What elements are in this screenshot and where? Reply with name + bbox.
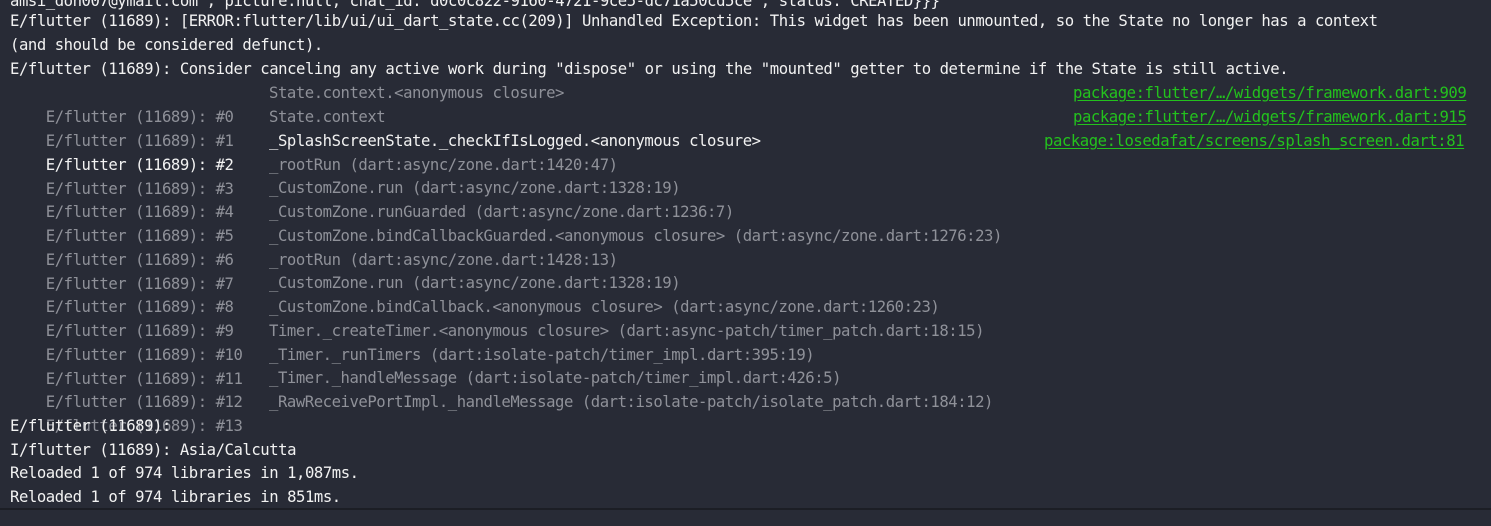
- stack-frame: E/flutter (11689): #3 _rootRun (dart:asy…: [10, 153, 618, 198]
- stack-frame-function: _SplashScreenState._checkIfIsLogged.<ano…: [269, 132, 761, 150]
- stack-frame: E/flutter (11689): #8 _CustomZone.run (d…: [10, 271, 681, 316]
- stack-frame-function: _CustomZone.bindCallbackGuarded.<anonymo…: [269, 227, 1002, 245]
- stack-frame: E/flutter (11689): #12 _Timer._handleMes…: [10, 366, 842, 411]
- stack-frame: E/flutter (11689): #7 _rootRun (dart:asy…: [10, 248, 618, 293]
- log-line-info: I/flutter (11689): Asia/Calcutta: [10, 441, 297, 459]
- source-link[interactable]: package:losedafat/screens/splash_screen.…: [1044, 129, 1465, 153]
- stack-frame-function: _RawReceivePortImpl._handleMessage (dart…: [269, 393, 993, 411]
- stack-frame-function: Timer._createTimer.<anonymous closure> (…: [269, 322, 985, 340]
- stack-frame-function: _CustomZone.bindCallback.<anonymous clos…: [269, 298, 940, 316]
- stack-frame: E/flutter (11689): #13 _RawReceivePortIm…: [10, 390, 994, 435]
- source-link[interactable]: package:flutter/…/widgets/framework.dart…: [1073, 105, 1467, 129]
- stack-frame-function: _CustomZone.runGuarded (dart:async/zone.…: [269, 203, 734, 221]
- log-line-error-header-cont: (and should be considered defunct).: [10, 36, 323, 54]
- stack-frame: E/flutter (11689): #11 _Timer._runTimers…: [10, 343, 815, 388]
- stack-frame-function: State.context.<anonymous closure>: [269, 84, 564, 102]
- log-line-reload: Reloaded 1 of 974 libraries in 1,087ms.: [10, 464, 359, 482]
- log-line-error-header: E/flutter (11689): [ERROR:flutter/lib/ui…: [10, 12, 1378, 30]
- stack-frame-function: _Timer._handleMessage (dart:isolate-patc…: [269, 369, 842, 387]
- stack-frame-function: _CustomZone.run (dart:async/zone.dart:13…: [269, 274, 681, 292]
- stack-frame: E/flutter (11689): #0 State.context.<ano…: [10, 81, 1467, 126]
- stack-frame-function: State.context: [269, 108, 386, 126]
- stack-frame-function: _rootRun (dart:async/zone.dart:1420:47): [269, 156, 618, 174]
- console-input-area[interactable]: [0, 510, 1491, 526]
- log-line-error-end: E/flutter (11689):: [10, 417, 171, 435]
- stack-frame-function: _rootRun (dart:async/zone.dart:1428:13): [269, 251, 618, 269]
- stack-frame: E/flutter (11689): #10 Timer._createTime…: [10, 319, 985, 364]
- log-line-error-hint: E/flutter (11689): Consider canceling an…: [10, 60, 1289, 78]
- source-link[interactable]: package:flutter/…/widgets/framework.dart…: [1073, 81, 1467, 105]
- stack-frame: E/flutter (11689): #4 _CustomZone.run (d…: [10, 176, 681, 221]
- stack-frame: E/flutter (11689): #1 State.context pack…: [10, 105, 1467, 150]
- debug-console: amsi_don007@ymail.com", picture:null, ch…: [0, 0, 1491, 508]
- stack-frame-user-code: E/flutter (11689): #2 _SplashScreenState…: [10, 129, 1465, 174]
- stack-frame-function: _Timer._runTimers (dart:isolate-patch/ti…: [269, 346, 815, 364]
- stack-frame: E/flutter (11689): #9 _CustomZone.bindCa…: [10, 295, 940, 340]
- stack-frame-function: _CustomZone.run (dart:async/zone.dart:13…: [269, 179, 681, 197]
- stack-frame: E/flutter (11689): #6 _CustomZone.bindCa…: [10, 224, 1003, 269]
- stack-frame: E/flutter (11689): #5 _CustomZone.runGua…: [10, 200, 734, 245]
- log-line-reload: Reloaded 1 of 974 libraries in 851ms.: [10, 488, 341, 506]
